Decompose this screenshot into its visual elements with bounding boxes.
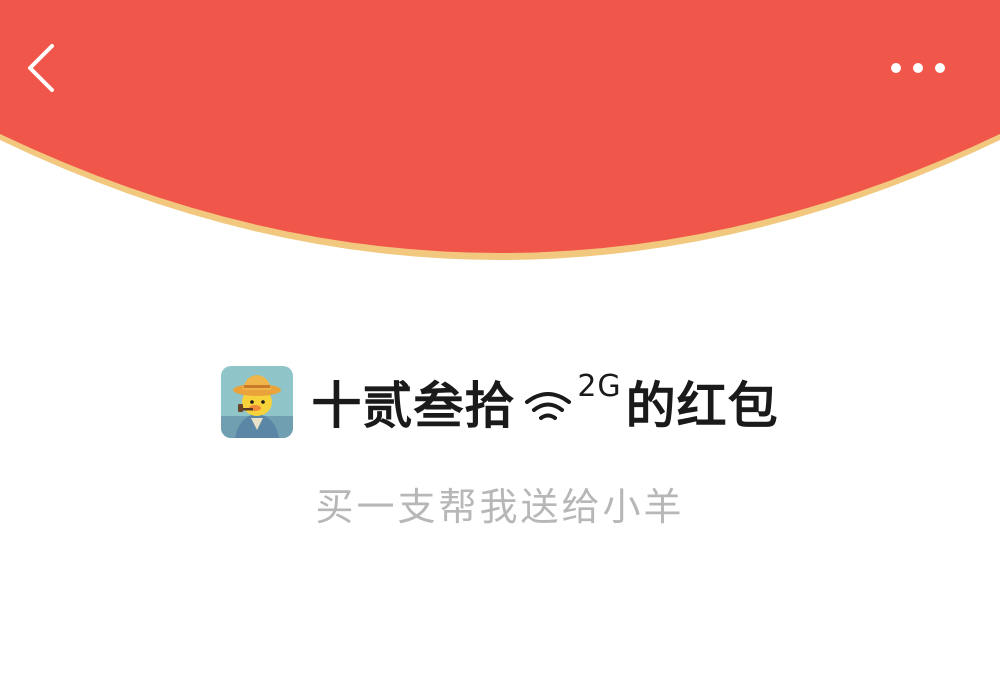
avatar[interactable]	[221, 366, 294, 438]
red-packet-screen: 十贰叁拾 2G 的红包 买一支帮我送给小羊	[0, 0, 1000, 700]
back-button[interactable]	[18, 38, 68, 98]
envelope-title: 十贰叁拾 2G 的红包	[311, 366, 778, 438]
envelope-title-part1: 十贰叁拾	[311, 377, 516, 435]
more-horizontal-icon	[891, 63, 945, 73]
more-button[interactable]	[880, 50, 956, 86]
duck-avatar-icon	[221, 366, 294, 438]
network-2g-label: 2G	[577, 368, 622, 404]
envelope-title-part2: 的红包	[625, 377, 779, 435]
chevron-left-icon	[28, 44, 54, 92]
envelope-title-row: 十贰叁拾 2G 的红包	[0, 362, 1000, 442]
envelope-message: 买一支帮我送给小羊	[315, 485, 685, 529]
red-envelope-header	[0, 0, 1000, 260]
wifi-icon	[525, 392, 572, 420]
